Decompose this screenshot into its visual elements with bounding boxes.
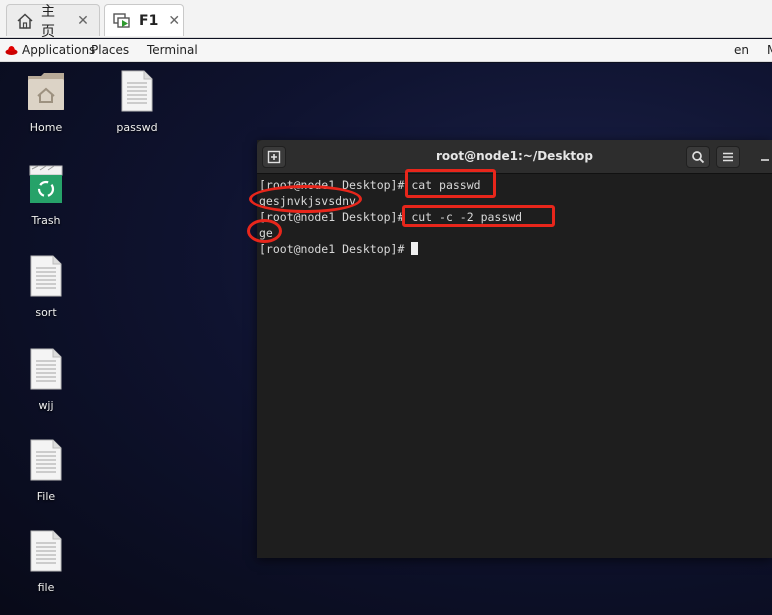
text-file-icon	[97, 70, 177, 116]
close-icon[interactable]: ✕	[168, 13, 180, 29]
terminal-window[interactable]: root@node1:~/Desktop [root@node1 Desktop…	[257, 140, 772, 558]
desktop-icon-label: passwd	[116, 121, 158, 134]
command-output: ge	[259, 226, 273, 240]
desktop-icon-file-upper[interactable]: File	[6, 439, 86, 503]
desktop-icon-label: Home	[29, 121, 63, 134]
shell-prompt: [root@node1 Desktop]#	[259, 178, 412, 192]
tab-home[interactable]: 主页 ✕	[6, 4, 100, 40]
minimize-button[interactable]	[757, 149, 772, 165]
text-file-icon	[6, 530, 86, 576]
trash-icon	[6, 163, 86, 209]
home-folder-icon	[6, 70, 86, 116]
terminal-line-4: ge	[259, 225, 772, 241]
applications-menu[interactable]: Applications	[22, 43, 95, 57]
desktop-icon-wjj[interactable]: wjj	[6, 348, 86, 412]
terminal-line-2: gesjnvkjsvsdnv	[259, 193, 772, 209]
text-file-icon	[6, 439, 86, 485]
command-text: cat passwd	[411, 178, 481, 192]
terminal-line-5: [root@node1 Desktop]#	[259, 241, 772, 257]
text-file-icon	[6, 348, 86, 394]
browser-tab-strip: 主页 ✕ F1 ✕	[0, 0, 772, 40]
close-icon[interactable]: ✕	[75, 13, 91, 29]
search-icon	[692, 151, 705, 164]
search-button[interactable]	[686, 146, 710, 168]
desktop-icon-label: sort	[35, 306, 57, 319]
desktop-icon-label: wjj	[38, 399, 54, 412]
redhat-logo-icon	[5, 44, 18, 56]
desktop-icon-label: Trash	[31, 214, 61, 227]
gnome-top-bar: Applications Places Terminal en M	[0, 39, 772, 62]
input-language-indicator[interactable]: en	[734, 43, 749, 57]
text-cursor	[411, 242, 419, 255]
desktop-icon-trash[interactable]: Trash	[6, 163, 86, 227]
text-file-icon	[6, 255, 86, 301]
tab-f1[interactable]: F1 ✕	[104, 4, 184, 36]
topbar-cut-item[interactable]: M	[767, 43, 772, 57]
desktop-icon-passwd[interactable]: passwd	[97, 70, 177, 134]
tab-label: F1	[139, 12, 159, 29]
tab-label: 主页	[41, 3, 55, 40]
vm-console-icon	[113, 11, 133, 31]
shell-prompt: [root@node1 Desktop]#	[259, 242, 412, 256]
command-output: gesjnvkjsvsdnv	[259, 194, 356, 208]
hamburger-menu-icon	[723, 152, 733, 162]
command-text: cut -c -2 passwd	[411, 210, 523, 224]
desktop-icon-label: file	[37, 581, 55, 594]
desktop-icon-sort[interactable]: sort	[6, 255, 86, 319]
desktop-icon-home[interactable]: Home	[6, 70, 86, 134]
terminal-app-menu[interactable]: Terminal	[147, 43, 198, 57]
hamburger-menu-button[interactable]	[716, 146, 740, 168]
terminal-line-1: [root@node1 Desktop]# cat passwd	[259, 177, 772, 193]
desktop-icon-label: File	[36, 490, 56, 503]
home-icon	[15, 11, 35, 31]
desktop-icon-file-lower[interactable]: file	[6, 530, 86, 594]
terminal-output[interactable]: [root@node1 Desktop]# cat passwd gesjnvk…	[257, 174, 772, 558]
places-menu[interactable]: Places	[91, 43, 129, 57]
minimize-icon	[761, 159, 769, 161]
terminal-header-bar[interactable]: root@node1:~/Desktop	[257, 140, 772, 174]
shell-prompt: [root@node1 Desktop]#	[259, 210, 412, 224]
terminal-line-3: [root@node1 Desktop]# cut -c -2 passwd	[259, 209, 772, 225]
